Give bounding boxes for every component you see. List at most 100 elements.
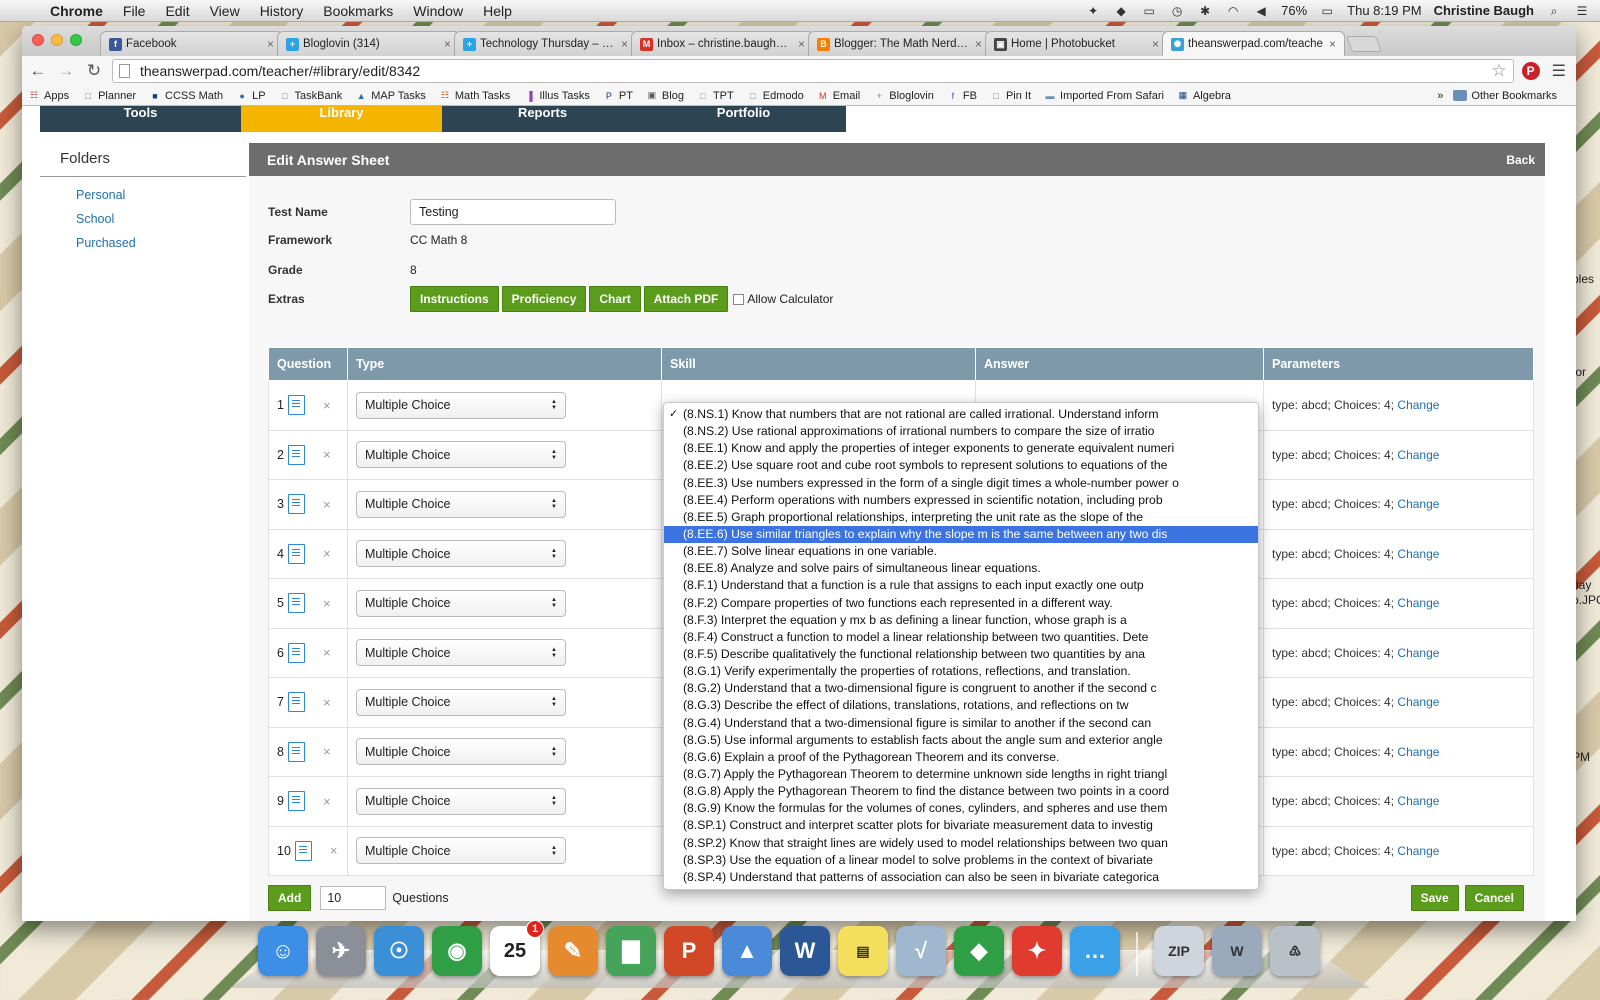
copy-question-icon[interactable] [294, 840, 312, 861]
skill-option[interactable]: (8.SP.4) Understand that patterns of ass… [664, 869, 1258, 886]
time-machine-icon[interactable]: ◷ [1169, 4, 1185, 18]
menu-help[interactable]: Help [473, 3, 522, 19]
change-parameters-link[interactable]: Change [1397, 695, 1439, 709]
skill-option[interactable]: (8.G.6) Explain a proof of the Pythagore… [664, 749, 1258, 766]
tab-close-icon[interactable]: × [1329, 37, 1336, 51]
skill-option[interactable]: (8.F.1) Understand that a function is a … [664, 577, 1258, 594]
bookmark-item[interactable]: ▬ Imported From Safari [1044, 90, 1164, 102]
instructions-button[interactable]: Instructions [410, 286, 499, 312]
add-button[interactable]: Add [268, 885, 312, 911]
bookmark-item[interactable]: □ TaskBank [279, 90, 342, 102]
copy-question-icon[interactable] [287, 395, 305, 416]
delete-question-icon[interactable]: × [323, 447, 331, 462]
close-window-button[interactable] [32, 34, 44, 46]
dropbox-icon[interactable]: ✦ [1085, 4, 1101, 18]
tab-close-icon[interactable]: × [621, 37, 628, 51]
attach-pdf-button[interactable]: Attach PDF [643, 286, 729, 312]
skill-option[interactable]: (8.EE.8) Analyze and solve pairs of simu… [664, 560, 1258, 577]
copy-question-icon[interactable] [287, 593, 305, 614]
question-type-select[interactable]: Multiple Choice ▲▼ [356, 787, 566, 815]
tab-close-icon[interactable]: × [1152, 37, 1159, 51]
delete-question-icon[interactable]: × [323, 398, 331, 413]
change-parameters-link[interactable]: Change [1397, 745, 1439, 759]
skill-option[interactable]: (8.EE.1) Know and apply the properties o… [664, 440, 1258, 457]
nav-library[interactable]: Library [241, 106, 442, 132]
bookmark-item[interactable]: □ Pin It [990, 90, 1031, 102]
cancel-button[interactable]: Cancel [1464, 885, 1524, 911]
change-parameters-link[interactable]: Change [1397, 547, 1439, 561]
nav-tools[interactable]: Tools [40, 106, 241, 132]
bookmark-item[interactable]: M Email [817, 90, 860, 102]
question-type-select[interactable]: Multiple Choice ▲▼ [356, 540, 566, 568]
browser-tab[interactable]: ▣ Home | Photobucket × [985, 31, 1168, 56]
dock-chrome-icon[interactable]: ◉ [432, 926, 482, 976]
wifi-icon[interactable]: ◠ [1225, 4, 1241, 18]
skill-option[interactable]: (8.G.7) Apply the Pythagorean Theorem to… [664, 766, 1258, 783]
skill-option[interactable]: (8.G.8) Apply the Pythagorean Theorem to… [664, 783, 1258, 800]
evernote-icon[interactable]: ◆ [1113, 4, 1129, 18]
question-type-select[interactable]: Multiple Choice ▲▼ [356, 490, 566, 518]
skill-option[interactable]: (8.NS.2) Use rational approximations of … [664, 423, 1258, 440]
change-parameters-link[interactable]: Change [1397, 844, 1439, 858]
notification-center-icon[interactable]: ☰ [1574, 4, 1590, 18]
bookmark-item[interactable]: ▲ MAP Tasks [355, 90, 426, 102]
zoom-window-button[interactable] [70, 34, 82, 46]
desktop-file-label[interactable]: dayo.JPG [1572, 578, 1600, 608]
dock-finder-icon[interactable]: ☺ [258, 926, 308, 976]
menu-bookmarks[interactable]: Bookmarks [313, 3, 403, 19]
question-type-select[interactable]: Multiple Choice ▲▼ [356, 738, 566, 766]
bookmark-item[interactable]: ▐ Illus Tasks [523, 90, 590, 102]
question-count-input[interactable]: 10 [320, 886, 387, 910]
dock-word-icon[interactable]: W [780, 926, 830, 976]
skill-option[interactable]: (8.F.4) Construct a function to model a … [664, 629, 1258, 646]
copy-question-icon[interactable] [287, 444, 305, 465]
browser-tab[interactable]: ✺ theanswerpad.com/teache × [1162, 31, 1345, 56]
dock-messages-icon[interactable]: … [1070, 926, 1120, 976]
menu-view[interactable]: View [200, 3, 250, 19]
dock-safari-icon[interactable]: ☉ [374, 926, 424, 976]
browser-tab[interactable]: + Bloglovin (314) × [277, 31, 460, 56]
dock-zip-icon[interactable]: ZIP [1154, 926, 1204, 976]
bookmark-item[interactable]: □ Planner [82, 90, 136, 102]
browser-tab[interactable]: M Inbox – christine.baugh@v × [631, 31, 814, 56]
other-bookmarks-folder[interactable]: Other Bookmarks [1453, 90, 1557, 102]
folder-school-link[interactable]: School [40, 207, 246, 231]
proficiency-button[interactable]: Proficiency [501, 286, 587, 312]
reload-icon[interactable]: ↻ [84, 61, 104, 81]
dock-stickies-icon[interactable]: ▤ [838, 926, 888, 976]
url-text[interactable]: theanswerpad.com/teacher/#library/edit/8… [140, 63, 420, 79]
delete-question-icon[interactable]: × [323, 645, 331, 660]
dock-launchpad-icon[interactable]: ✈ [316, 926, 366, 976]
skill-option[interactable]: (8.SP.2) Know that straight lines are wi… [664, 835, 1258, 852]
dock-document-icon[interactable]: W [1212, 926, 1262, 976]
bookmark-star-icon[interactable]: ☆ [1491, 61, 1506, 81]
bookmark-item[interactable]: ▦ Algebra [1177, 90, 1231, 102]
skill-option[interactable]: (8.G.9) Know the formulas for the volume… [664, 800, 1258, 817]
question-type-select[interactable]: Multiple Choice ▲▼ [356, 688, 566, 716]
delete-question-icon[interactable]: × [323, 695, 331, 710]
bookmark-item[interactable]: ■ CCSS Math [149, 90, 223, 102]
nav-portfolio[interactable]: Portfolio [643, 106, 844, 132]
menu-edit[interactable]: Edit [155, 3, 199, 19]
delete-question-icon[interactable]: × [323, 596, 331, 611]
delete-question-icon[interactable]: × [330, 843, 338, 858]
copy-question-icon[interactable] [287, 791, 305, 812]
skill-option[interactable]: (8.G.2) Understand that a two-dimensiona… [664, 680, 1258, 697]
tab-close-icon[interactable]: × [267, 37, 274, 51]
battery-percent[interactable]: 76% [1281, 3, 1307, 18]
skill-dropdown-list[interactable]: ✓ (8.NS.1) Know that numbers that are not… [663, 402, 1259, 890]
bookmark-item[interactable]: f FB [947, 90, 977, 102]
change-parameters-link[interactable]: Change [1397, 398, 1439, 412]
allow-calculator-label[interactable]: Allow Calculator [747, 292, 833, 306]
skill-option[interactable]: (8.EE.6) Use similar triangles to explai… [664, 525, 1258, 544]
dock-keynote-icon[interactable]: ▲ [722, 926, 772, 976]
bookmark-item[interactable]: P PT [603, 90, 633, 102]
skill-option[interactable]: (8.EE.3) Use numbers expressed in the fo… [664, 475, 1258, 492]
skill-option[interactable]: (8.G.4) Understand that a two-dimensiona… [664, 715, 1258, 732]
tab-close-icon[interactable]: × [975, 37, 982, 51]
question-type-select[interactable]: Multiple Choice ▲▼ [356, 639, 566, 667]
question-type-select[interactable]: Multiple Choice ▲▼ [356, 837, 566, 865]
browser-tab[interactable]: f Facebook × [100, 31, 283, 56]
skill-option[interactable]: (8.EE.5) Graph proportional relationship… [664, 509, 1258, 526]
spotlight-search-icon[interactable]: ⌕ [1546, 4, 1562, 18]
